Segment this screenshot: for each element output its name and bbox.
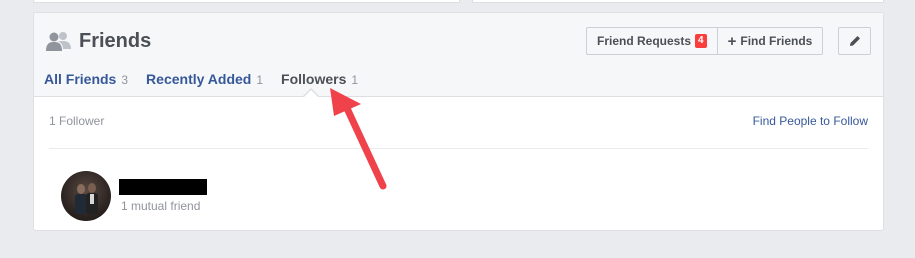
friend-requests-label: Friend Requests xyxy=(597,34,692,48)
active-tab-caret xyxy=(304,90,318,97)
follower-name-redacted[interactable] xyxy=(119,179,207,195)
follower-count-text: 1 Follower xyxy=(49,114,105,128)
friends-icon xyxy=(46,32,71,51)
friends-tabs: All Friends 3 Recently Added 1 Followers 1 xyxy=(44,71,358,87)
tab-followers[interactable]: Followers 1 xyxy=(281,71,358,87)
edit-button[interactable] xyxy=(838,27,871,55)
mutual-friends-text[interactable]: 1 mutual friend xyxy=(121,199,200,213)
avatar-photo-icon xyxy=(75,183,98,214)
previous-card-bottom-left xyxy=(33,0,460,3)
friend-requests-badge: 4 xyxy=(695,34,707,48)
tab-recently-added[interactable]: Recently Added 1 xyxy=(146,71,263,87)
tab-count: 3 xyxy=(121,73,129,87)
find-friends-button[interactable]: + Find Friends xyxy=(716,28,823,54)
header-button-group: Friend Requests 4 + Find Friends xyxy=(586,27,824,55)
pencil-icon xyxy=(849,36,860,46)
tab-label: Followers xyxy=(281,71,347,87)
tab-count: 1 xyxy=(256,73,264,87)
page-title: Friends xyxy=(79,30,152,52)
friends-panel: Friends Friend Requests 4 + Find Friends… xyxy=(33,12,884,231)
tab-label: Recently Added xyxy=(146,71,252,87)
tab-all-friends[interactable]: All Friends 3 xyxy=(44,71,128,87)
tab-count: 1 xyxy=(351,73,359,87)
plus-icon: + xyxy=(727,32,737,50)
find-people-to-follow-link[interactable]: Find People to Follow xyxy=(753,114,868,128)
find-friends-label: Find Friends xyxy=(740,34,813,48)
section-divider xyxy=(49,148,868,149)
friend-requests-button[interactable]: Friend Requests 4 xyxy=(587,28,717,54)
friends-panel-header: Friends Friend Requests 4 + Find Friends… xyxy=(34,13,883,97)
avatar[interactable] xyxy=(61,171,111,221)
tab-label: All Friends xyxy=(44,71,117,87)
previous-card-bottom-right xyxy=(472,0,884,3)
